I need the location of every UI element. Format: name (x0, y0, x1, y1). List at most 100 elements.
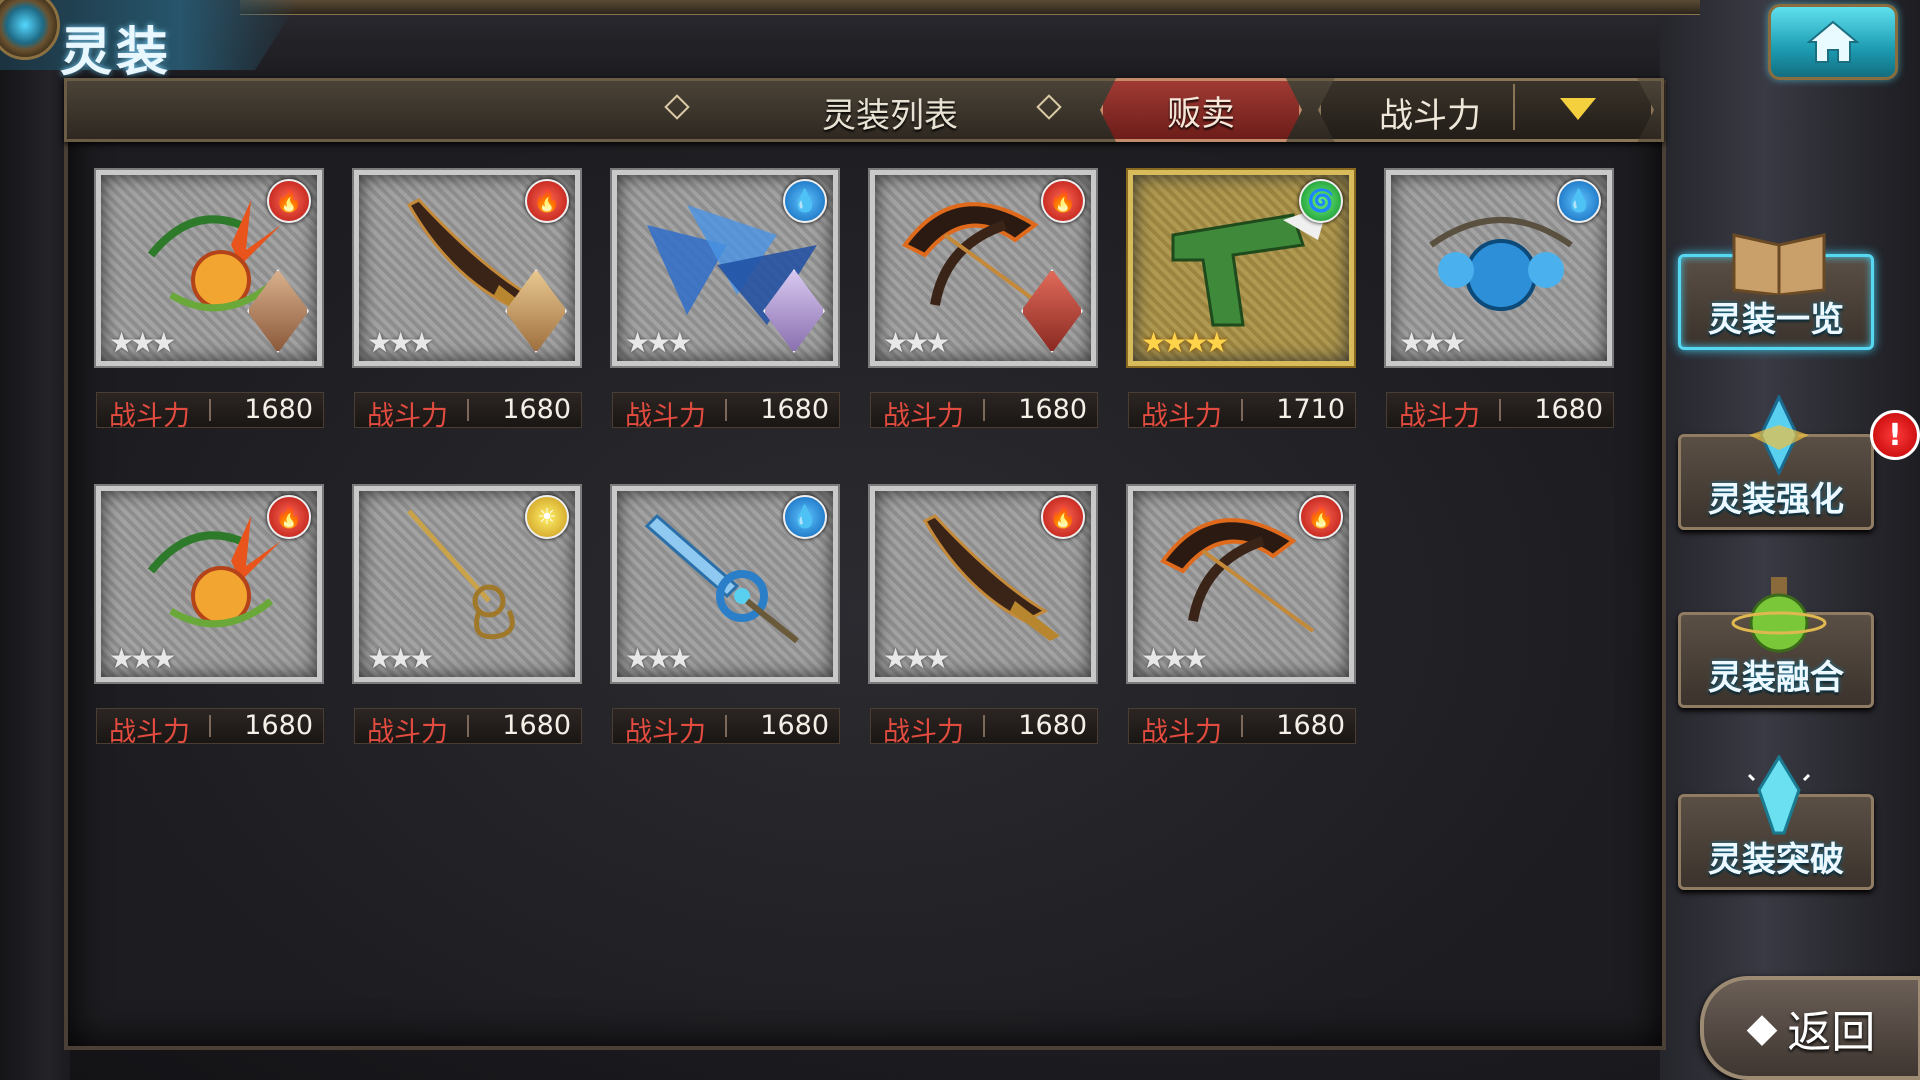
fire-element-icon: 🔥 (525, 179, 569, 223)
fire-element-icon: 🔥 (1299, 495, 1343, 539)
power-separator (1241, 399, 1243, 421)
fire-element-icon: 🔥 (267, 495, 311, 539)
power-bar: 战斗力 1680 (870, 392, 1098, 432)
power-bar: 战斗力 1680 (870, 708, 1098, 748)
power-label: 战斗力 (1399, 401, 1480, 432)
power-value: 1680 (502, 710, 571, 741)
power-value: 1680 (1276, 710, 1345, 741)
rarity-stars: ★★★ (883, 642, 950, 675)
power-value: 1680 (1018, 394, 1087, 425)
equipment-card[interactable]: 💧 ★★★ 战斗力 1680 (610, 168, 840, 432)
power-separator (467, 399, 469, 421)
card-frame: 🔥 ★★★ (94, 168, 324, 368)
power-value: 1680 (502, 394, 571, 425)
equipment-card[interactable]: 🌀 ★★★★ 战斗力 1710 (1126, 168, 1356, 432)
equipment-card[interactable]: ☀ ★★★ 战斗力 1680 (352, 484, 582, 748)
home-button[interactable] (1768, 4, 1898, 80)
water-element-icon: 💧 (783, 179, 827, 223)
sort-selected-label[interactable]: 战斗力 (1340, 88, 1520, 137)
background-right-curtain (1660, 0, 1920, 1080)
power-separator (467, 715, 469, 737)
rarity-stars: ★★★★ (1141, 326, 1229, 359)
power-bar: 战斗力 1680 (96, 392, 324, 432)
power-separator (209, 715, 211, 737)
equipment-enhance-button[interactable]: 灵装强化 (1678, 395, 1874, 530)
power-bar: 战斗力 1710 (1128, 392, 1356, 432)
equipment-card[interactable]: 🔥 ★★★ 战斗力 1680 (868, 168, 1098, 432)
equipment-card[interactable]: 🔥 ★★★ 战斗力 1680 (94, 168, 324, 432)
card-frame: 🌀 ★★★★ (1126, 168, 1356, 368)
equipment-card[interactable]: 💧 ★★★ 战斗力 1680 (610, 484, 840, 748)
power-value: 1680 (1534, 394, 1603, 425)
fire-element-icon: 🔥 (1041, 495, 1085, 539)
side-menu-label: 灵装一览 (1708, 300, 1844, 340)
rarity-stars: ★★★ (883, 326, 950, 359)
crystal-burst-icon (1749, 395, 1809, 475)
power-label: 战斗力 (109, 717, 190, 748)
alert-badge-icon: ! (1870, 410, 1920, 460)
card-frame: 🔥 ★★★ (868, 168, 1098, 368)
crystal-shard-icon (1747, 755, 1811, 835)
back-button[interactable]: ◆ 返回 (1700, 976, 1920, 1080)
screen-title: 灵装 (60, 23, 173, 83)
power-separator (725, 399, 727, 421)
card-frame: ☀ ★★★ (352, 484, 582, 684)
rarity-stars: ★★★ (367, 326, 434, 359)
power-label: 战斗力 (1141, 401, 1222, 432)
water-element-icon: 💧 (783, 495, 827, 539)
power-label: 战斗力 (883, 401, 964, 432)
power-label: 战斗力 (883, 717, 964, 748)
power-value: 1680 (760, 710, 829, 741)
side-menu-label: 灵装突破 (1708, 840, 1844, 880)
power-value: 1680 (244, 394, 313, 425)
equipment-card[interactable]: 🔥 ★★★ 战斗力 1680 (352, 168, 582, 432)
power-bar: 战斗力 1680 (1128, 708, 1356, 748)
power-separator (983, 399, 985, 421)
list-title: 灵装列表 (822, 96, 958, 136)
card-frame: 🔥 ★★★ (868, 484, 1098, 684)
power-label: 战斗力 (1141, 717, 1222, 748)
power-bar: 战斗力 1680 (1386, 392, 1614, 432)
top-rail-decor (240, 0, 1700, 15)
rarity-stars: ★★★ (367, 642, 434, 675)
book-icon (1732, 233, 1826, 295)
fire-element-icon: 🔥 (267, 179, 311, 223)
power-label: 战斗力 (625, 401, 706, 432)
side-menu-label: 灵装强化 (1708, 480, 1844, 520)
equipment-card[interactable]: 💧 ★★★ 战斗力 1680 (1384, 168, 1614, 432)
equipment-card[interactable]: 🔥 ★★★ 战斗力 1680 (94, 484, 324, 748)
equipment-card[interactable]: 🔥 ★★★ 战斗力 1680 (1126, 484, 1356, 748)
rarity-stars: ★★★ (625, 326, 692, 359)
power-label: 战斗力 (625, 717, 706, 748)
equipment-overview-button[interactable]: 灵装一览 (1678, 233, 1874, 350)
power-separator (983, 715, 985, 737)
rarity-stars: ★★★ (625, 642, 692, 675)
card-frame: 🔥 ★★★ (1126, 484, 1356, 684)
power-value: 1710 (1276, 394, 1345, 425)
wind-element-icon: 🌀 (1299, 179, 1343, 223)
power-label: 战斗力 (367, 401, 448, 432)
equipment-card[interactable]: 🔥 ★★★ 战斗力 1680 (868, 484, 1098, 748)
power-separator (1499, 399, 1501, 421)
power-value: 1680 (760, 394, 829, 425)
rarity-stars: ★★★ (109, 642, 176, 675)
back-label: 返回 (1787, 1007, 1876, 1058)
sell-button[interactable]: 贩卖 (1100, 78, 1302, 142)
background-left-curtain (0, 0, 70, 1080)
light-element-icon: ☀ (525, 495, 569, 539)
potion-flask-icon (1731, 577, 1827, 653)
power-separator (1241, 715, 1243, 737)
power-label: 战斗力 (109, 401, 190, 432)
fire-element-icon: 🔥 (1041, 179, 1085, 223)
rarity-stars: ★★★ (1141, 642, 1208, 675)
dropdown-arrow-icon[interactable] (1560, 98, 1596, 120)
sort-divider (1513, 84, 1515, 130)
power-bar: 战斗力 1680 (612, 708, 840, 748)
water-element-icon: 💧 (1557, 179, 1601, 223)
card-frame: 💧 ★★★ (610, 484, 840, 684)
equipment-fusion-button[interactable]: 灵装融合 (1678, 577, 1874, 708)
rarity-stars: ★★★ (109, 326, 176, 359)
home-icon (1807, 20, 1859, 63)
equipment-breakthrough-button[interactable]: 灵装突破 (1678, 755, 1874, 890)
card-frame: 🔥 ★★★ (352, 168, 582, 368)
